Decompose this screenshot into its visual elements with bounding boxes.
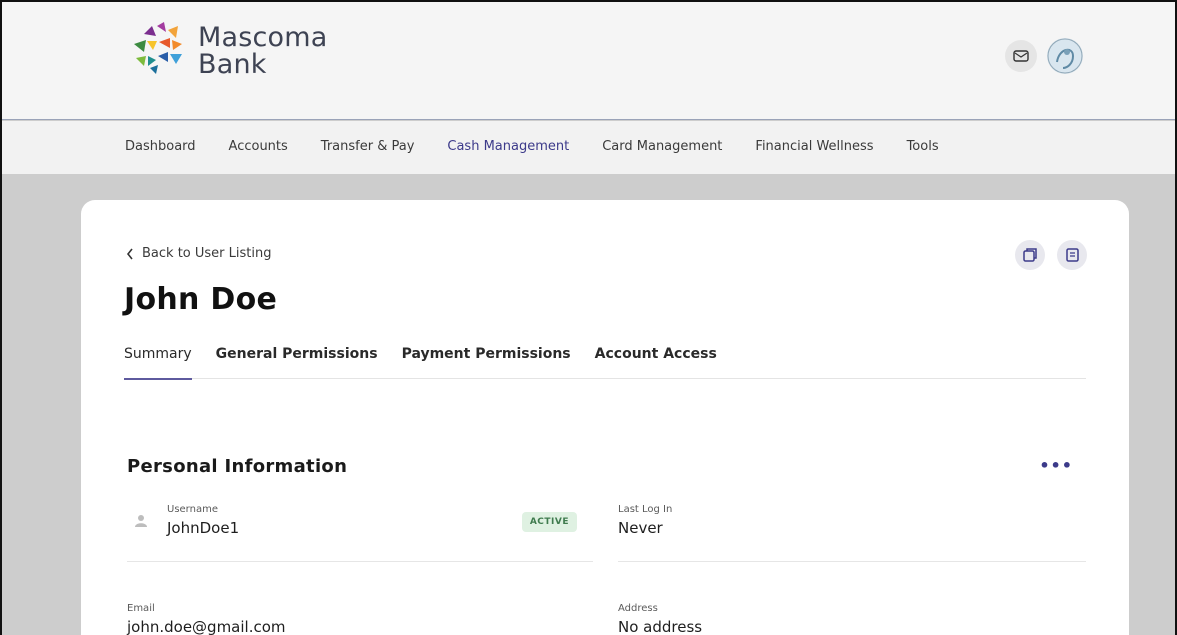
user-tabs: Summary General Permissions Payment Perm…: [124, 346, 1086, 380]
document-icon: [1066, 248, 1079, 262]
copy-button[interactable]: [1015, 240, 1045, 270]
page-title: John Doe: [124, 282, 278, 317]
tab-general-permissions[interactable]: General Permissions: [216, 346, 378, 379]
address-label: Address: [618, 603, 658, 614]
brand-line1: Mascoma: [198, 22, 328, 53]
user-avatar-icon: [1047, 38, 1083, 74]
nav-dashboard[interactable]: Dashboard: [125, 139, 196, 154]
top-header: Mascoma Bank: [0, 0, 1177, 120]
status-badge: ACTIVE: [521, 512, 577, 532]
brand-logo[interactable]: Mascoma Bank: [126, 20, 328, 82]
user-avatar[interactable]: [1047, 38, 1083, 74]
nav-card-management[interactable]: Card Management: [602, 139, 722, 154]
brand-name: Mascoma Bank: [198, 24, 328, 78]
back-link-label: Back to User Listing: [142, 246, 272, 261]
nav-accounts[interactable]: Accounts: [229, 139, 288, 154]
header-actions: [1005, 38, 1083, 74]
address-value: No address: [618, 618, 703, 635]
copy-icon: [1023, 248, 1037, 262]
email-value: john.doe@gmail.com: [127, 618, 286, 635]
nav-cash-management[interactable]: Cash Management: [447, 139, 569, 154]
brand-line2: Bank: [198, 49, 267, 80]
email-label: Email: [127, 603, 155, 614]
nav-financial-wellness[interactable]: Financial Wellness: [755, 139, 873, 154]
mascoma-logo-icon: [134, 22, 182, 74]
username-field: Username JohnDoe1 ACTIVE: [127, 504, 593, 562]
tab-account-access[interactable]: Account Access: [595, 346, 717, 379]
tab-payment-permissions[interactable]: Payment Permissions: [402, 346, 571, 379]
chevron-left-icon: [126, 248, 133, 259]
mail-icon: [1013, 50, 1029, 62]
document-button[interactable]: [1057, 240, 1087, 270]
last-login-label: Last Log In: [618, 504, 673, 515]
personal-information-title: Personal Information: [127, 456, 348, 477]
more-options-button[interactable]: •••: [1039, 456, 1073, 475]
email-field: Email john.doe@gmail.com: [127, 603, 593, 635]
main-nav: Dashboard Accounts Transfer & Pay Cash M…: [0, 121, 1177, 174]
person-icon: [135, 515, 147, 527]
mail-button[interactable]: [1005, 40, 1037, 72]
nav-transfer-pay[interactable]: Transfer & Pay: [321, 139, 415, 154]
nav-tools[interactable]: Tools: [907, 139, 939, 154]
last-login-field: Last Log In Never: [618, 504, 1086, 562]
tab-summary[interactable]: Summary: [124, 346, 192, 380]
back-to-user-listing-link[interactable]: Back to User Listing: [126, 246, 271, 261]
last-login-value: Never: [618, 519, 663, 537]
user-detail-card: Back to User Listing John Doe Summary Ge…: [81, 200, 1129, 635]
address-field: Address No address: [618, 603, 1086, 635]
card-actions: [1015, 240, 1087, 270]
